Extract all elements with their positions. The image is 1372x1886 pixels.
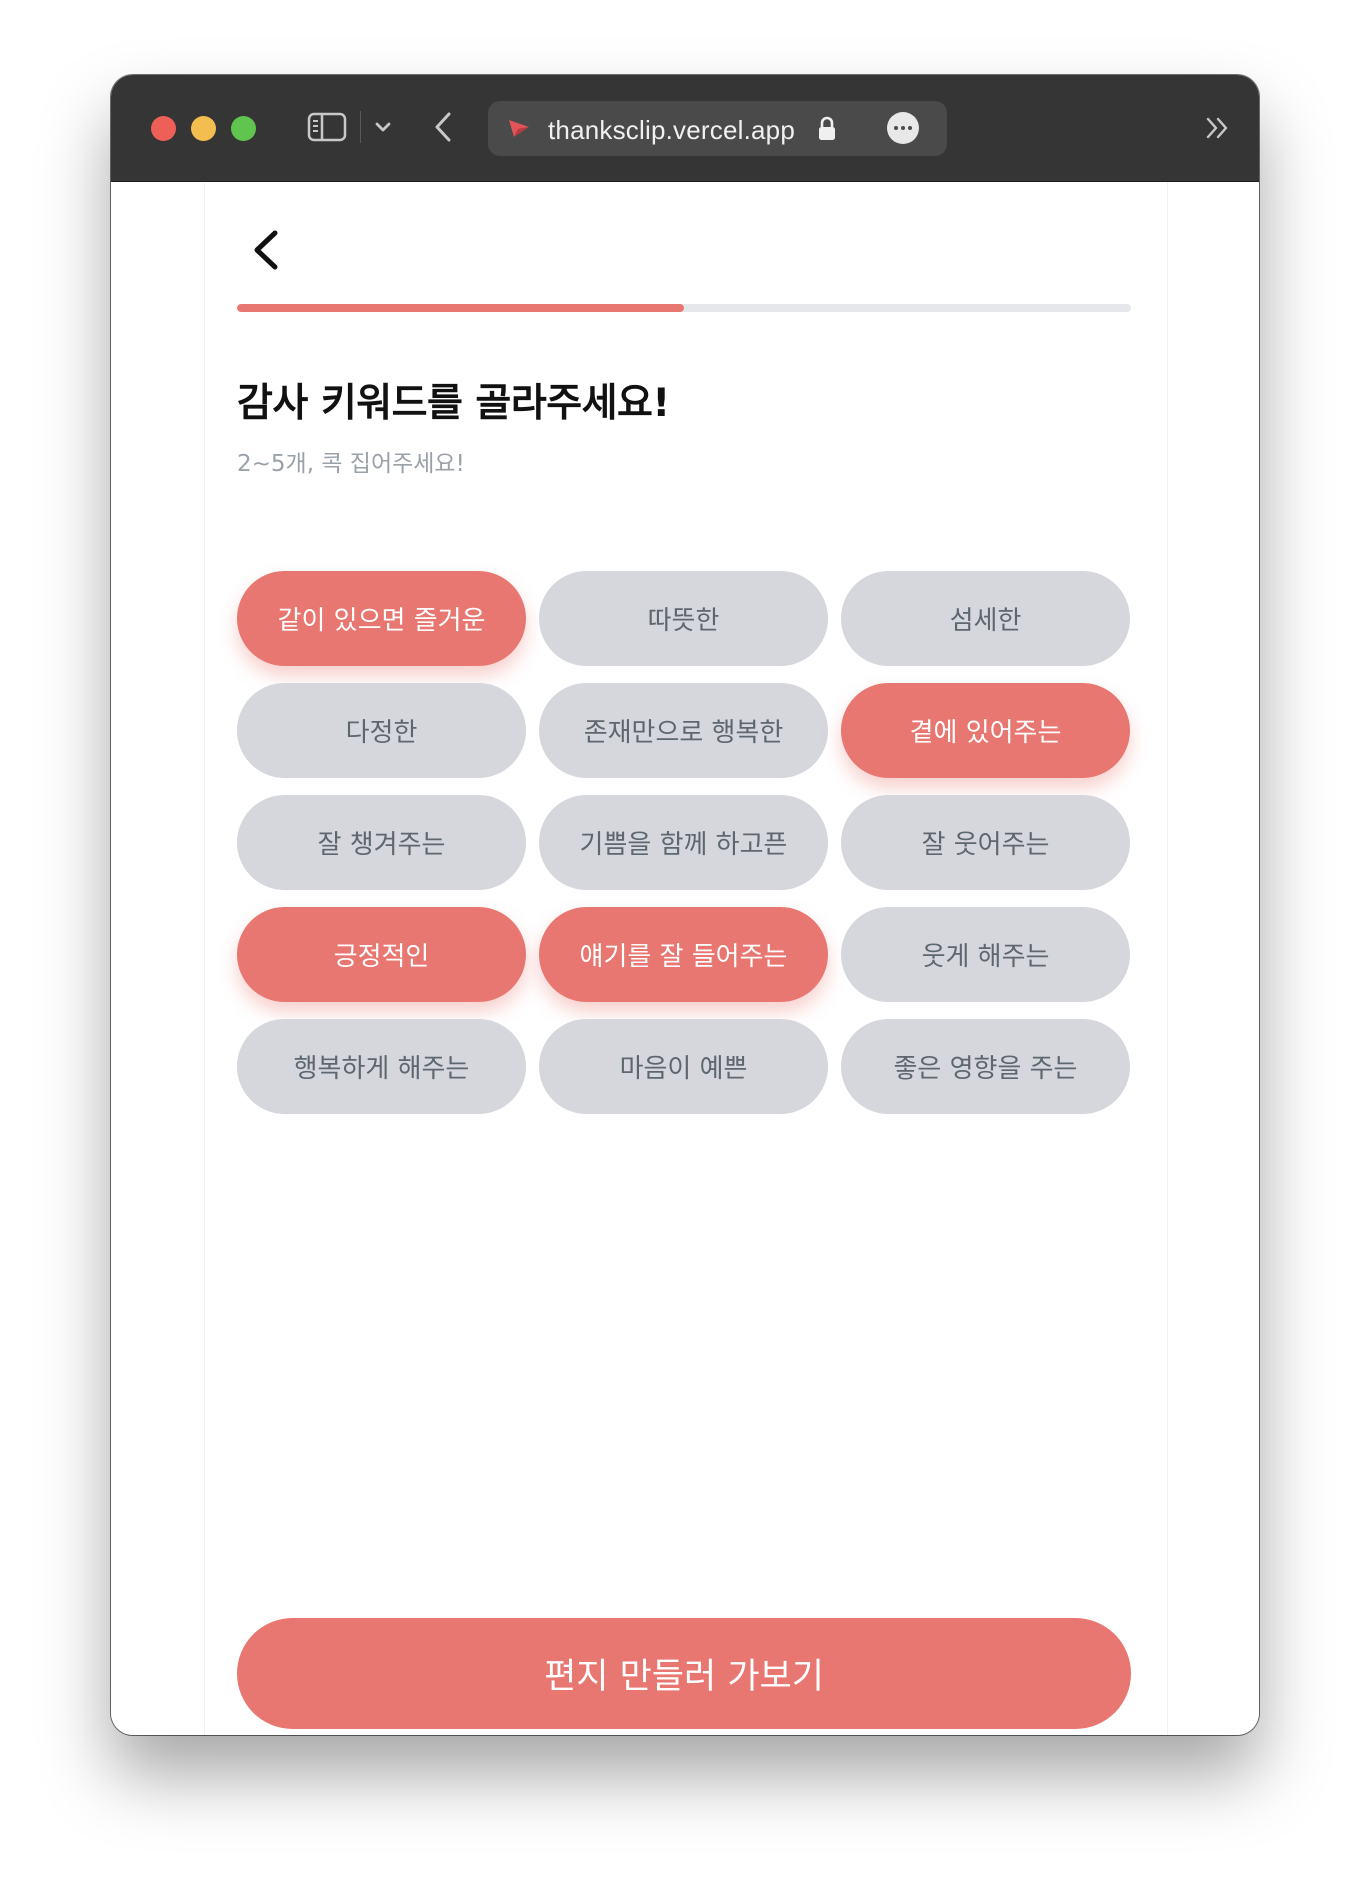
keyword-chip-grid: 같이 있으면 즐거운 따뜻한 섬세한다정한 존재만으로 행복한 곁에 있어주는잘 챙겨주… [237,571,1131,1114]
zoom-window-button[interactable] [231,116,256,141]
keyword-chip[interactable]: 긍정적인 [237,907,526,1002]
keyword-chip[interactable]: 섬세한 [841,571,1130,666]
progress-bar-fill [237,304,684,312]
favicon-icon [509,120,529,137]
browser-titlebar: thanksclip.vercel.app [111,75,1259,182]
keyword-chip[interactable]: 잘 챙겨주는 [237,795,526,890]
chevron-down-icon[interactable] [371,115,395,139]
minimize-window-button[interactable] [191,116,216,141]
keyword-chip[interactable]: 존재만으로 행복한 [539,683,828,778]
keyword-chip[interactable]: 다정한 [237,683,526,778]
back-arrow-icon[interactable] [429,109,459,145]
keyword-chip[interactable]: 좋은 영향을 주는 [841,1019,1130,1114]
lock-icon [819,116,835,140]
make-letter-button[interactable]: 편지 만들러 가보기 [237,1618,1131,1729]
keyword-chip[interactable]: 곁에 있어주는 [841,683,1130,778]
progress-bar [237,304,1131,312]
page-content: 감사 키워드를 골라주세요! 2~5개, 콕 집어주세요! 같이 있으면 즐거운… [111,182,1259,1735]
keyword-chip[interactable]: 기쁨을 함께 하고픈 [539,795,828,890]
back-chevron-icon[interactable] [245,225,289,275]
keyword-chip[interactable]: 행복하게 해주는 [237,1019,526,1114]
more-icon[interactable] [887,112,919,144]
page-subtitle: 2~5개, 콕 집어주세요! [237,451,465,477]
close-window-button[interactable] [151,116,176,141]
address-bar[interactable]: thanksclip.vercel.app [488,101,947,156]
keyword-chip[interactable]: 마음이 예쁜 [539,1019,828,1114]
keyword-chip[interactable]: 웃게 해주는 [841,907,1130,1002]
browser-window: thanksclip.vercel.app 감사 키워드를 골라주세요! 2~5… [111,75,1259,1735]
keyword-chip[interactable]: 잘 웃어주는 [841,795,1130,890]
url-text[interactable]: thanksclip.vercel.app [548,115,795,146]
tabs-overflow-icon[interactable] [1203,113,1233,143]
keyword-chip[interactable]: 얘기를 잘 들어주는 [539,907,828,1002]
page-title: 감사 키워드를 골라주세요! [237,381,670,426]
sidebar-icon[interactable] [307,111,347,143]
keyword-chip[interactable]: 같이 있으면 즐거운 [237,571,526,666]
keyword-chip[interactable]: 따뜻한 [539,571,828,666]
toolbar-divider [360,111,361,143]
